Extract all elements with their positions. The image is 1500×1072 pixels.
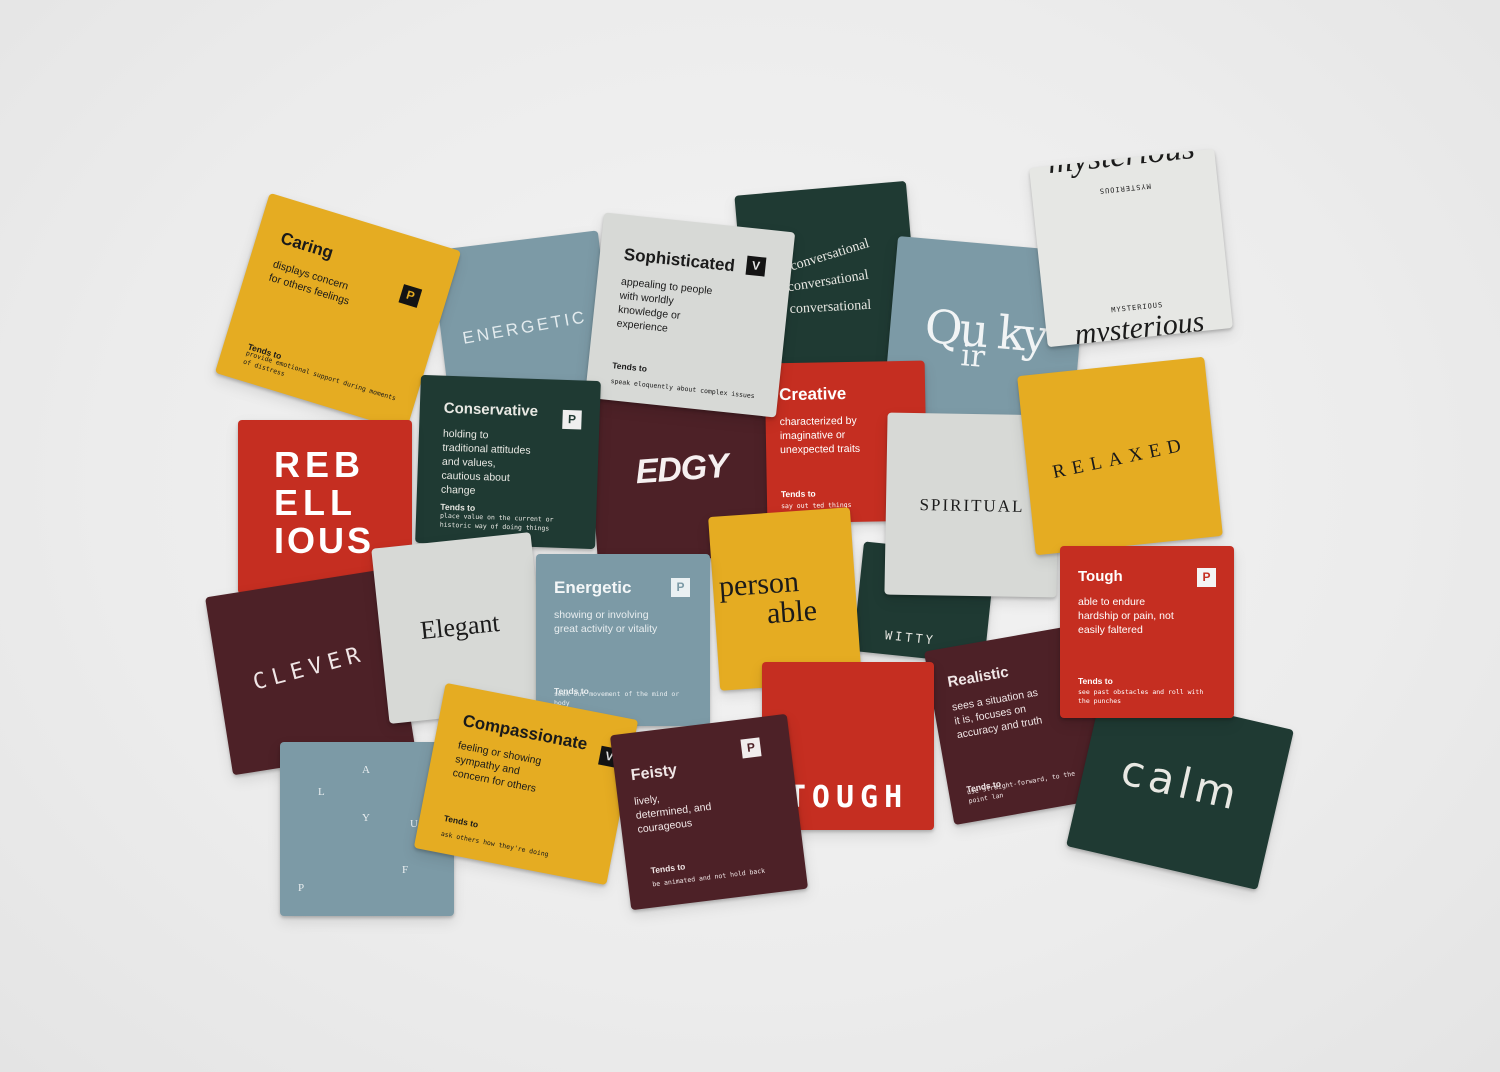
p-badge-icon: P xyxy=(1197,568,1216,587)
tends-text: speak eloquently about complex issues xyxy=(610,377,756,401)
tends-text: place value on the current or historic w… xyxy=(439,511,554,533)
tends-text: provide emotional support during moments… xyxy=(242,349,397,403)
card-word: Elegant xyxy=(418,607,501,646)
tends-text: seek out movement of the mind or body xyxy=(554,690,680,707)
tends-text: see past obstacles and roll with the pun… xyxy=(1078,688,1204,705)
p-badge-icon: P xyxy=(671,578,690,597)
card-description: appealing to people with worldly knowled… xyxy=(616,275,713,335)
feisty-card: Feisty lively, determined, and courageou… xyxy=(609,713,809,911)
card-description: showing or involving great activity or v… xyxy=(554,609,658,635)
card-word: EDGY xyxy=(634,446,730,492)
sophisticated-card: Sophisticated appealing to people with w… xyxy=(584,212,796,418)
p-badge-icon: P xyxy=(740,737,762,759)
p-badge-icon: P xyxy=(398,284,423,308)
card-description: sees a situation as it is, focuses on ac… xyxy=(951,686,1044,742)
card-word: ENERGETIC xyxy=(461,307,589,348)
card-word: CLEVER xyxy=(250,641,369,696)
card-title: Realistic xyxy=(946,663,1010,691)
tends-label: Tends to xyxy=(780,488,816,500)
tends-label: Tends to xyxy=(1078,676,1113,686)
tends-text: ask others how they're doing xyxy=(440,829,550,859)
card-description: holding to traditional attitudes and val… xyxy=(440,427,531,497)
scattered-letter: A xyxy=(362,764,370,776)
p-badge-icon: P xyxy=(562,409,582,430)
card-line-1: REB xyxy=(274,444,366,485)
scattered-letter: P xyxy=(298,882,305,894)
card-word: calm xyxy=(1116,745,1246,821)
card-line-2: able xyxy=(765,593,818,631)
card-line-3: IOUS xyxy=(274,520,375,561)
v-badge-icon: V xyxy=(745,255,767,277)
tends-label: Tends to xyxy=(443,813,480,830)
card-word: RELAXED xyxy=(1050,433,1190,484)
tends-label: Tends to xyxy=(650,861,686,876)
card-title: Energetic xyxy=(554,578,632,597)
scattered-letter: F xyxy=(402,864,409,876)
energetic-def-card: Energetic showing or involving great act… xyxy=(536,554,710,726)
scattered-letter: L xyxy=(318,786,325,798)
card-description: characterized by imaginative or unexpect… xyxy=(779,414,861,457)
mysterious-card: mysterious MYSTERIOUS MYSTERIOUS mysteri… xyxy=(1029,148,1233,348)
scattered-letter: Y xyxy=(362,812,370,824)
tends-label: Tends to xyxy=(611,360,648,374)
card-description: able to endure hardship or pain, not eas… xyxy=(1078,596,1174,636)
card-title: Creative xyxy=(778,383,847,405)
card-description: lively, determined, and courageous xyxy=(633,792,712,836)
card-line-2: ELL xyxy=(274,482,357,523)
card-title: Conservative xyxy=(443,399,539,421)
card-description: feeling or showing sympathy and concern … xyxy=(451,739,543,795)
tough-def-card: Tough able to endure hardship or pain, n… xyxy=(1060,546,1234,718)
relaxed-card: RELAXED xyxy=(1017,356,1223,556)
card-title: Tough xyxy=(1078,568,1123,585)
conservative-card: Conservative holding to traditional atti… xyxy=(415,374,601,550)
